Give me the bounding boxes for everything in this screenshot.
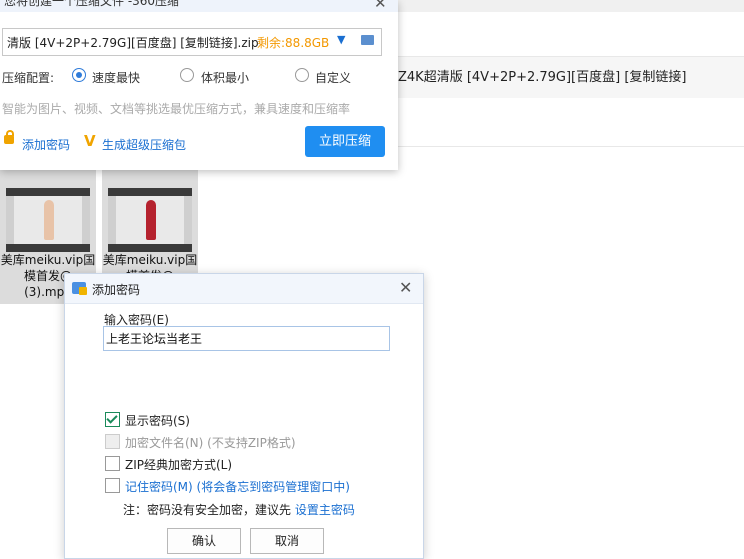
encrypt-filename-checkbox bbox=[105, 434, 120, 449]
radio-fastest[interactable] bbox=[72, 68, 86, 82]
free-space-label: 剩余:88.8GB bbox=[257, 36, 330, 50]
background-toolbar bbox=[398, 12, 744, 37]
radio-custom[interactable] bbox=[295, 68, 309, 82]
output-path-field[interactable]: 清版 [4V+2P+2.79G][百度盘] [复制链接].zip 剩余:88.8… bbox=[2, 28, 382, 56]
show-password-label[interactable]: 显示密码(S) bbox=[125, 412, 190, 429]
remember-password-checkbox[interactable] bbox=[105, 478, 120, 493]
add-password-dialog: 添加密码 ✕ 输入密码(E) 显示密码(S) 加密文件名(N) (不支持ZIP格… bbox=[64, 273, 424, 559]
remember-password-label[interactable]: 记住密码(M) (将会备忘到密码管理窗口中) bbox=[125, 478, 350, 495]
compress-dialog-titlebar: 您将创建一个压缩文件 -360压缩 ✕ bbox=[0, 0, 398, 12]
chevron-down-icon[interactable]: ▼ bbox=[337, 33, 345, 46]
password-dialog-titlebar: 添加密码 ✕ bbox=[65, 274, 423, 304]
background-address-bar bbox=[398, 36, 744, 56]
close-icon[interactable]: ✕ bbox=[399, 278, 412, 297]
output-path-text: 清版 [4V+2P+2.79G][百度盘] [复制链接].zip bbox=[7, 36, 259, 50]
archive-icon bbox=[72, 282, 87, 295]
set-master-password-link[interactable]: 设置主密码 bbox=[295, 503, 355, 517]
lock-icon bbox=[4, 130, 14, 144]
add-password-link[interactable]: 添加密码 bbox=[22, 136, 70, 153]
show-password-checkbox[interactable] bbox=[105, 412, 120, 427]
background-window-top bbox=[398, 0, 744, 12]
cancel-button[interactable]: 取消 bbox=[250, 528, 324, 554]
super-compress-link[interactable]: 生成超级压缩包 bbox=[102, 136, 186, 153]
radio-custom-label[interactable]: 自定义 bbox=[315, 69, 351, 86]
compress-dialog: 您将创建一个压缩文件 -360压缩 ✕ 清版 [4V+2P+2.79G][百度盘… bbox=[0, 0, 398, 170]
password-note-text: 注：密码没有安全加密，建议先 bbox=[123, 503, 295, 517]
zip-classic-encryption-checkbox[interactable] bbox=[105, 456, 120, 471]
video-thumbnail bbox=[6, 188, 90, 252]
start-compress-button[interactable]: 立即压缩 bbox=[305, 126, 385, 157]
background-title-text: Z4K超清版 [4V+2P+2.79G][百度盘] [复制链接] bbox=[398, 70, 687, 85]
radio-smallest[interactable] bbox=[180, 68, 194, 82]
compress-dialog-title: 您将创建一个压缩文件 -360压缩 bbox=[4, 0, 180, 8]
radio-fastest-label[interactable]: 速度最快 bbox=[92, 69, 140, 86]
password-input[interactable] bbox=[103, 326, 390, 351]
close-icon[interactable]: ✕ bbox=[374, 0, 387, 12]
video-thumbnail bbox=[108, 188, 192, 252]
confirm-button[interactable]: 确认 bbox=[167, 528, 241, 554]
background-tab-strip bbox=[398, 98, 744, 147]
folder-icon[interactable] bbox=[361, 35, 374, 45]
zip-classic-encryption-label[interactable]: ZIP经典加密方式(L) bbox=[125, 456, 232, 473]
encrypt-filename-label: 加密文件名(N) (不支持ZIP格式) bbox=[125, 436, 296, 450]
compress-config-label: 压缩配置: bbox=[2, 71, 55, 85]
password-note: 注：密码没有安全加密，建议先 设置主密码 bbox=[123, 501, 355, 518]
radio-smallest-label[interactable]: 体积最小 bbox=[201, 69, 249, 86]
compress-hint: 智能为图片、视频、文档等挑选最优压缩方式，兼具速度和压缩率 bbox=[2, 102, 351, 116]
v-icon: V bbox=[84, 132, 96, 150]
password-dialog-title: 添加密码 bbox=[92, 283, 141, 297]
